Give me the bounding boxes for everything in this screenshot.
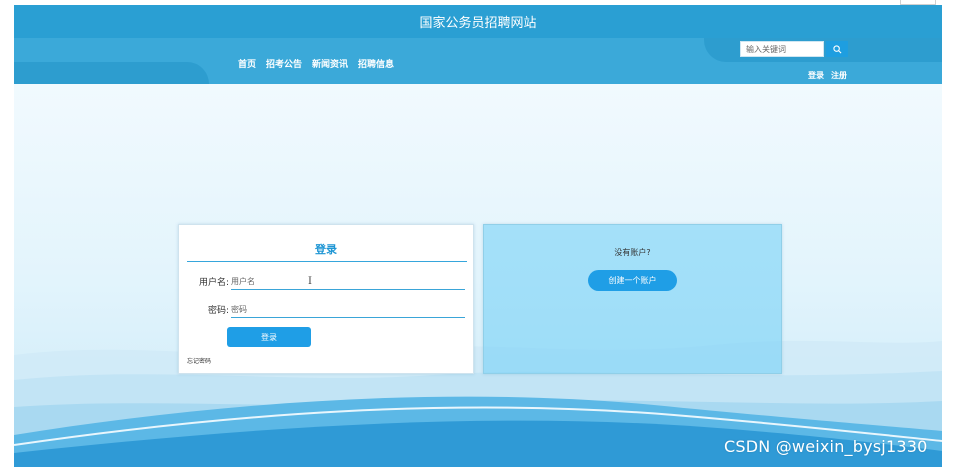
header-register-link[interactable]: 注册 — [831, 70, 847, 81]
create-account-button[interactable]: 创建一个账户 — [588, 270, 677, 291]
text-cursor-icon: I — [308, 276, 312, 287]
user-links: 登录 注册 — [808, 70, 847, 81]
nav-item-news[interactable]: 新闻资讯 — [312, 57, 348, 70]
login-submit-button[interactable]: 登录 — [227, 327, 311, 347]
watermark: CSDN @weixin_bysj1330 — [724, 437, 928, 456]
password-label: 密码: — [207, 306, 229, 316]
search-button[interactable] — [826, 41, 848, 57]
login-card: 登录 用户名: I 密码: 登录 忘记密码 — [178, 224, 474, 374]
search-input[interactable] — [740, 41, 824, 57]
search-icon — [832, 44, 841, 53]
forgot-password-link[interactable]: 忘记密码 — [187, 356, 211, 365]
title-divider — [187, 261, 467, 262]
no-account-text: 没有账户? — [614, 248, 651, 257]
username-label: 用户名: — [198, 278, 229, 288]
site-title: 国家公务员招聘网站 — [419, 16, 537, 31]
username-field[interactable] — [231, 274, 465, 290]
header-login-link[interactable]: 登录 — [808, 70, 824, 81]
main-nav: 首页 招考公告 新闻资讯 招聘信息 — [238, 57, 394, 70]
nav-item-home[interactable]: 首页 — [238, 57, 256, 70]
nav-item-jobs[interactable]: 招聘信息 — [358, 57, 394, 70]
register-card: 没有账户? 创建一个账户 — [483, 224, 782, 374]
nav-decor-left — [14, 62, 209, 84]
browser-viewport: 国家公务员招聘网站 首页 招考公告 新闻资讯 招聘信息 登录 注册 登录 用户名… — [14, 5, 942, 467]
password-field[interactable] — [231, 302, 465, 318]
site-header: 国家公务员招聘网站 — [14, 5, 942, 38]
login-title: 登录 — [315, 243, 337, 256]
nav-item-announcements[interactable]: 招考公告 — [266, 57, 302, 70]
